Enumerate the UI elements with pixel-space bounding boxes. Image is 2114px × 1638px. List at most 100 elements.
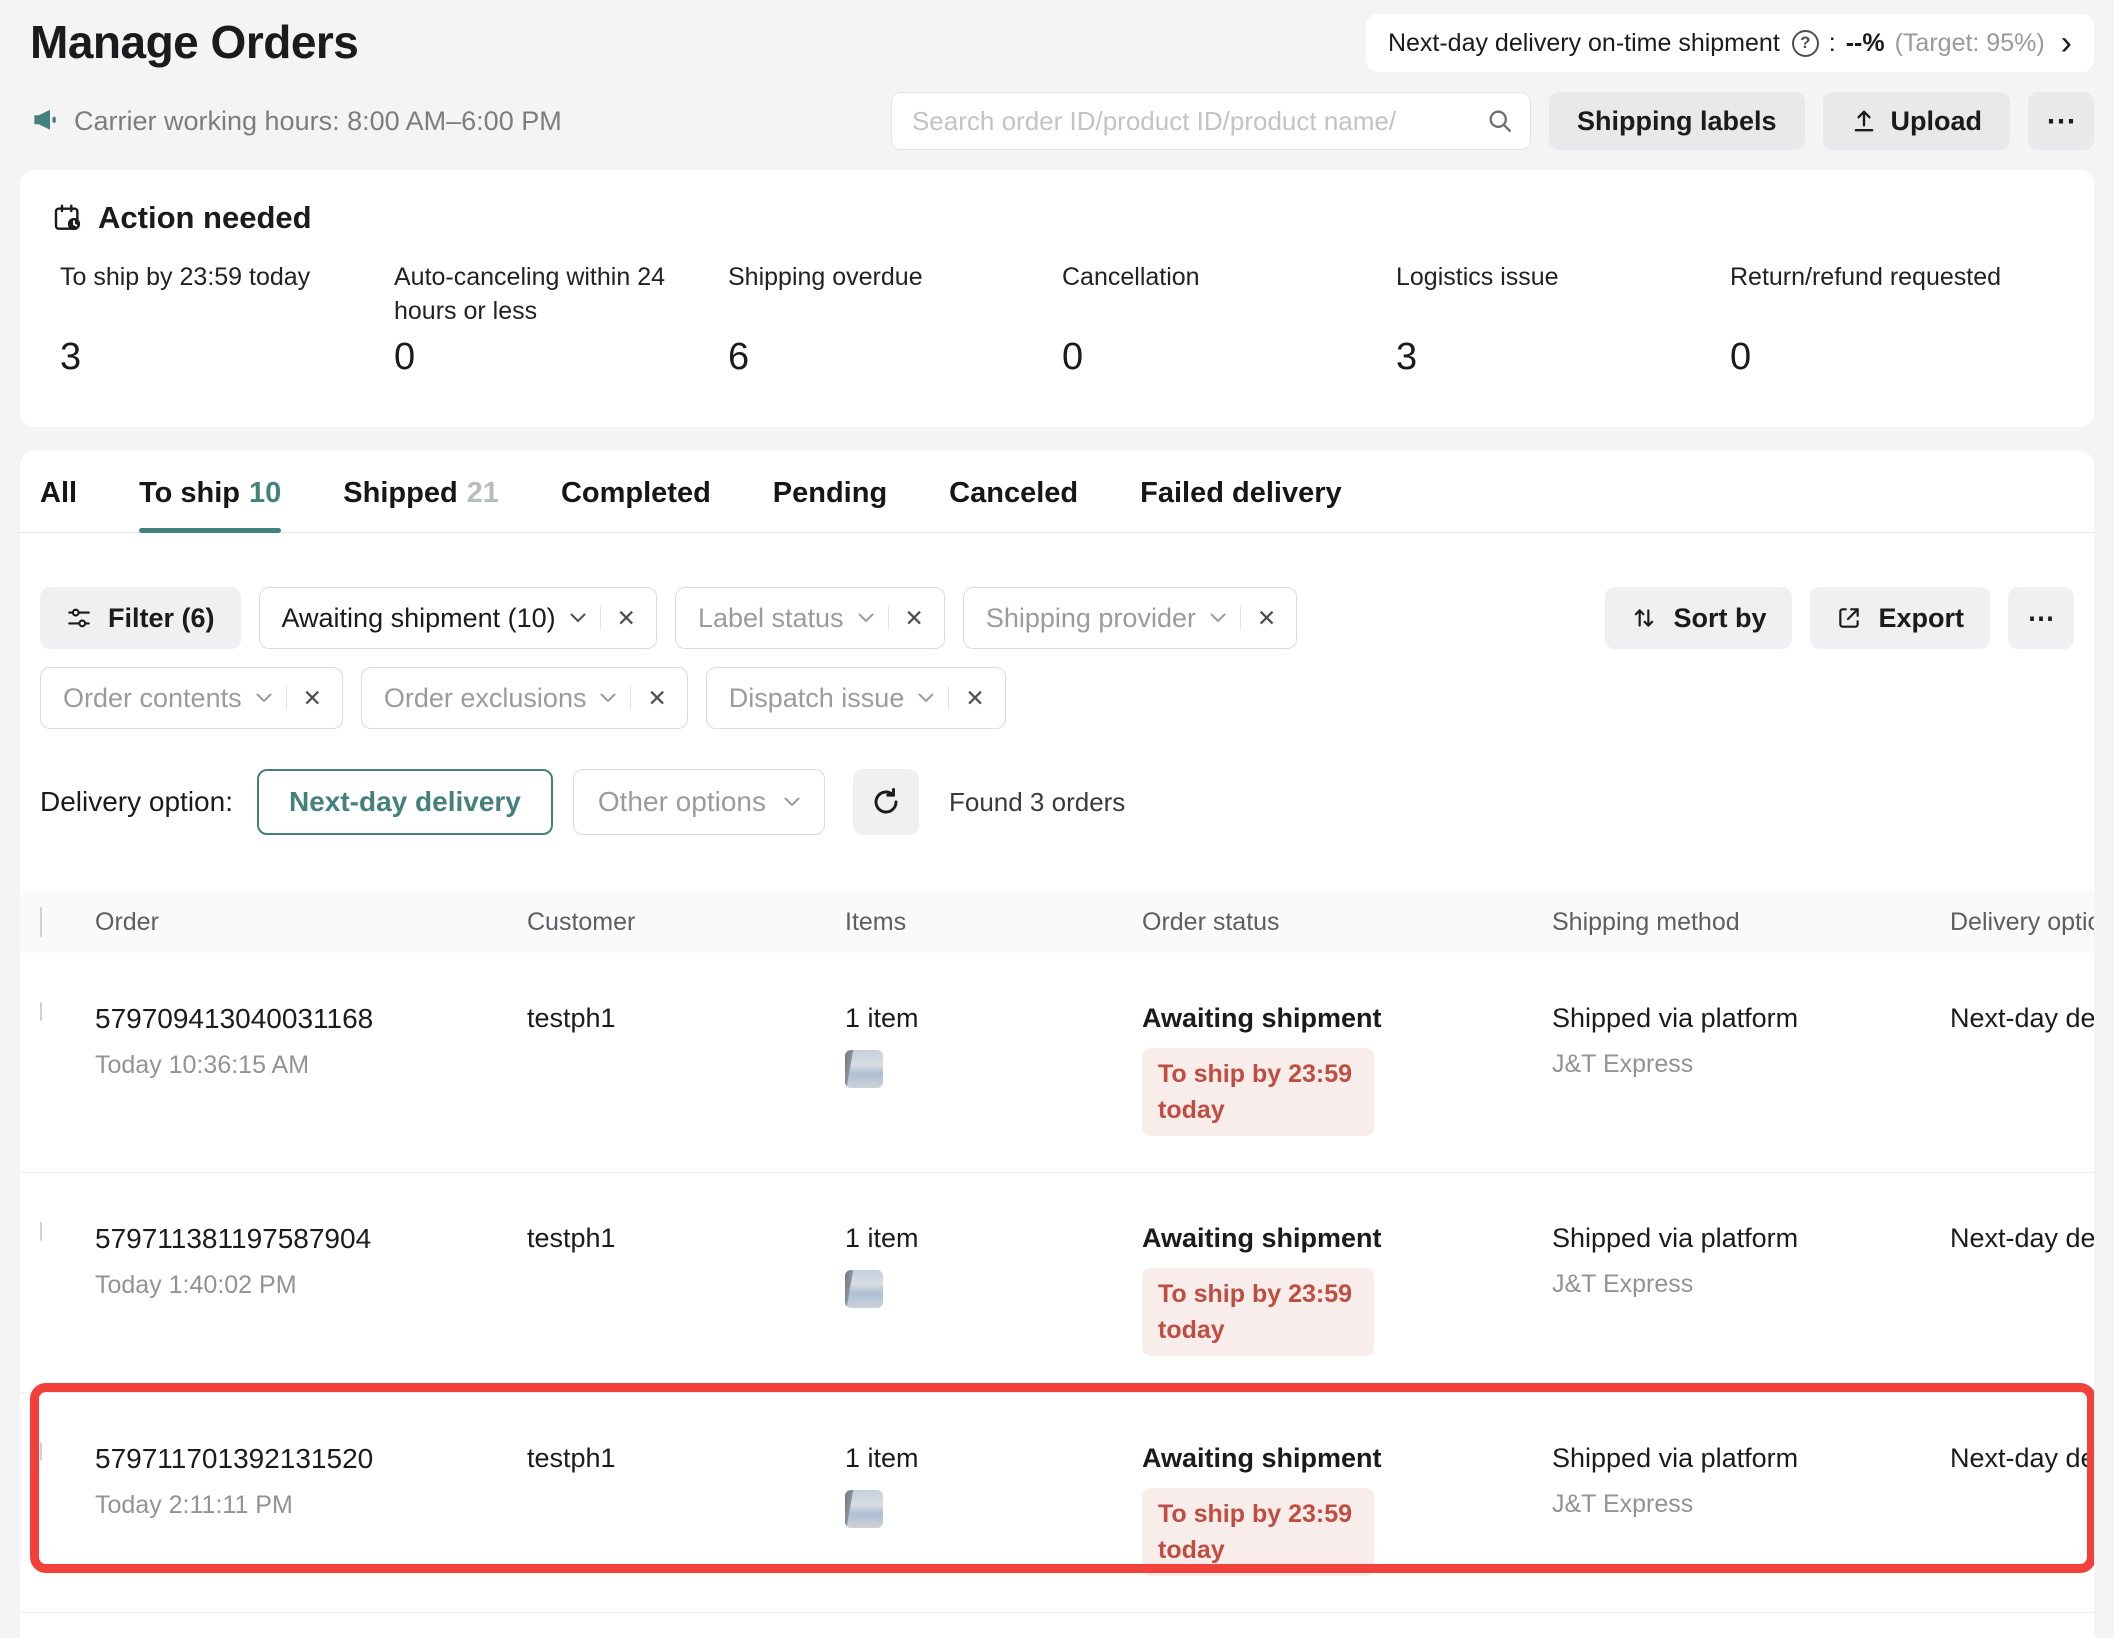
chevron-down-icon[interactable] (918, 693, 934, 703)
tab-completed[interactable]: Completed (561, 477, 711, 532)
close-icon[interactable]: ✕ (963, 685, 986, 712)
stat-to-ship-today[interactable]: To ship by 23:59 today 3 (60, 260, 394, 379)
help-circle-icon[interactable]: ? (1792, 30, 1819, 57)
items-count: 1 item (845, 1223, 1142, 1254)
shipping-method: Shipped via platform (1552, 1003, 1950, 1034)
stat-label: Return/refund requested (1730, 260, 2010, 330)
pill-separator (948, 686, 949, 710)
order-id-link[interactable]: 579711701392131520 (95, 1443, 527, 1475)
order-id-link[interactable]: 579711381197587904 (95, 1223, 527, 1255)
ship-deadline-badge: To ship by 23:59 today (1142, 1488, 1374, 1576)
product-thumbnail[interactable] (845, 1270, 883, 1308)
close-icon[interactable]: ✕ (301, 685, 324, 712)
export-icon (1836, 605, 1862, 631)
order-id-link[interactable]: 579709413040031168 (95, 1003, 527, 1035)
page-header: Manage Orders Next-day delivery on-time … (0, 0, 2114, 150)
column-order: Order (95, 908, 527, 937)
reset-filters-button[interactable] (853, 769, 919, 835)
chevron-down-icon[interactable] (858, 613, 874, 623)
order-time: Today 1:40:02 PM (95, 1271, 527, 1300)
stat-value: 0 (1730, 336, 2064, 379)
other-options-dropdown[interactable]: Other options (573, 769, 825, 835)
filter-pill-label: Shipping provider (986, 603, 1196, 634)
kpi-label: Next-day delivery on-time shipment (1388, 29, 1780, 58)
tab-label: All (40, 477, 77, 510)
stat-auto-canceling[interactable]: Auto-canceling within 24 hours or less 0 (394, 260, 728, 379)
close-icon[interactable]: ✕ (903, 605, 926, 632)
customer-name: testph1 (527, 1003, 845, 1172)
tab-canceled[interactable]: Canceled (949, 477, 1078, 532)
product-thumbnail[interactable] (845, 1490, 883, 1528)
shipping-method: Shipped via platform (1552, 1443, 1950, 1474)
chevron-down-icon (784, 797, 800, 807)
stat-return-refund[interactable]: Return/refund requested 0 (1730, 260, 2064, 379)
table-row-highlighted: 579711701392131520 Today 2:11:11 PM test… (20, 1393, 2094, 1613)
chevron-right-icon[interactable]: › (2061, 33, 2072, 53)
filter-sliders-icon (66, 605, 92, 631)
chevron-down-icon[interactable] (1210, 613, 1226, 623)
shipping-provider: J&T Express (1552, 1050, 1950, 1079)
kpi-target: (Target: 95%) (1895, 29, 2045, 58)
order-status: Awaiting shipment (1142, 1003, 1552, 1034)
carrier-hours-text: Carrier working hours: 8:00 AM–6:00 PM (74, 106, 562, 137)
stat-shipping-overdue[interactable]: Shipping overdue 6 (728, 260, 1062, 379)
tab-label: Canceled (949, 477, 1078, 510)
search-input[interactable] (912, 106, 1486, 137)
filter-label-status[interactable]: Label status ✕ (675, 587, 945, 649)
header-more-button[interactable]: ⋯ (2028, 92, 2094, 150)
sort-by-label: Sort by (1673, 603, 1766, 634)
tab-failed-delivery[interactable]: Failed delivery (1140, 477, 1342, 532)
row-checkbox[interactable] (40, 1002, 42, 1021)
shipping-labels-button[interactable]: Shipping labels (1549, 92, 1805, 150)
close-icon[interactable]: ✕ (645, 685, 668, 712)
filter-awaiting-shipment[interactable]: Awaiting shipment (10) ✕ (259, 587, 657, 649)
chevron-down-icon[interactable] (570, 613, 586, 623)
filter-shipping-provider[interactable]: Shipping provider ✕ (963, 587, 1297, 649)
upload-button[interactable]: Upload (1823, 92, 2011, 150)
orders-table: Order Customer Items Order status Shippi… (20, 891, 2094, 1613)
chevron-down-icon[interactable] (600, 693, 616, 703)
filter-pill-label: Label status (698, 603, 844, 634)
close-icon[interactable]: ✕ (1255, 605, 1278, 632)
filter-dispatch-issue[interactable]: Dispatch issue ✕ (706, 667, 1006, 729)
table-header-row: Order Customer Items Order status Shippi… (20, 891, 2094, 953)
sort-by-button[interactable]: Sort by (1605, 587, 1792, 649)
order-status: Awaiting shipment (1142, 1443, 1552, 1474)
tab-shipped[interactable]: Shipped 21 (343, 477, 499, 532)
filter-pill-label: Awaiting shipment (10) (282, 603, 556, 634)
pill-separator (1240, 606, 1241, 630)
close-icon[interactable]: ✕ (615, 605, 638, 632)
search-icon[interactable] (1486, 107, 1514, 135)
filter-button[interactable]: Filter (6) (40, 587, 241, 649)
select-all-checkbox[interactable] (40, 907, 42, 937)
items-count: 1 item (845, 1443, 1142, 1474)
tab-label: To ship (139, 477, 240, 510)
row-checkbox[interactable] (40, 1442, 42, 1461)
stat-logistics-issue[interactable]: Logistics issue 3 (1396, 260, 1730, 379)
shipping-method: Shipped via platform (1552, 1223, 1950, 1254)
tab-pending[interactable]: Pending (773, 477, 887, 532)
filter-order-contents[interactable]: Order contents ✕ (40, 667, 343, 729)
order-time: Today 2:11:11 PM (95, 1491, 527, 1520)
kpi-colon: : (1829, 29, 1836, 58)
export-button[interactable]: Export (1810, 587, 1990, 649)
column-delivery-option: Delivery option (1950, 908, 2094, 937)
filters-more-button[interactable]: ⋯ (2008, 587, 2074, 649)
row-checkbox[interactable] (40, 1222, 42, 1241)
product-thumbnail[interactable] (845, 1050, 883, 1088)
tab-all[interactable]: All (40, 477, 77, 532)
column-order-status: Order status (1142, 908, 1552, 937)
filter-order-exclusions[interactable]: Order exclusions ✕ (361, 667, 688, 729)
more-icon: ⋯ (2028, 603, 2055, 634)
manage-orders-page: { "page": { "title": "Manage Orders", "c… (0, 0, 2114, 1638)
chevron-down-icon[interactable] (256, 693, 272, 703)
stat-cancellation[interactable]: Cancellation 0 (1062, 260, 1396, 379)
upload-icon (1851, 108, 1877, 134)
customer-name: testph1 (527, 1443, 845, 1612)
tab-to-ship[interactable]: To ship 10 (139, 477, 281, 532)
ontime-shipment-kpi[interactable]: Next-day delivery on-time shipment ? : -… (1366, 14, 2094, 72)
next-day-delivery-toggle[interactable]: Next-day delivery (257, 769, 553, 835)
order-search (891, 92, 1531, 150)
customer-name: testph1 (527, 1223, 845, 1392)
tab-count: 10 (249, 477, 281, 510)
